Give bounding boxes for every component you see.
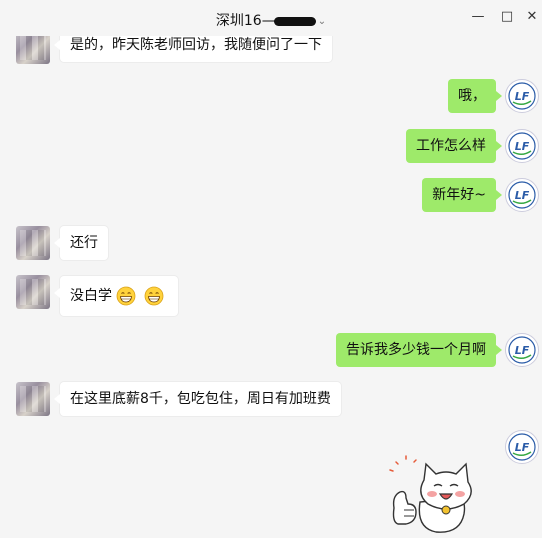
message-bubble-received: 是的，昨天陈老师回访，我随便问了一下 <box>54 36 332 62</box>
contact-avatar[interactable] <box>16 275 50 309</box>
message-bubble-sent: 新年好~ <box>422 178 502 212</box>
chat-title-text: 深圳16— <box>215 13 276 29</box>
self-avatar[interactable]: LF <box>505 430 539 464</box>
message-bubble-sent: 告诉我多少钱一个月啊 <box>336 333 502 367</box>
self-avatar[interactable]: LF <box>505 129 539 163</box>
message-bubble-sent: 哦， <box>448 79 502 113</box>
grin-emoji-icon <box>116 286 136 306</box>
self-avatar[interactable]: LF <box>505 79 539 113</box>
contact-avatar[interactable] <box>16 226 50 260</box>
lf-logo-icon: LF <box>508 132 536 160</box>
chat-message-list[interactable]: 是的，昨天陈老师回访，我随便问了一下 哦， LF 工作怎么样 LF 新年好~ L… <box>0 36 542 538</box>
redacted-scribble <box>273 16 316 26</box>
lf-logo-icon: LF <box>508 181 536 209</box>
svg-text:LF: LF <box>515 441 530 454</box>
contact-avatar[interactable] <box>16 382 50 416</box>
contact-avatar[interactable] <box>16 36 50 64</box>
message-text: 没白学 <box>70 288 112 304</box>
message-bubble-received: 在这里底薪8千，包吃包住，周日有加班费 <box>54 382 341 416</box>
svg-text:LF: LF <box>515 90 530 103</box>
lf-logo-icon: LF <box>508 433 536 461</box>
maximize-button[interactable]: □ <box>497 6 517 26</box>
svg-text:LF: LF <box>515 344 530 357</box>
message-bubble-sent: 工作怎么样 <box>406 129 502 163</box>
svg-text:LF: LF <box>515 140 530 153</box>
chevron-down-icon[interactable]: ⌄ <box>318 16 326 27</box>
message-bubble-received: 还行 <box>54 226 108 260</box>
minimize-button[interactable]: — <box>468 6 488 26</box>
self-avatar[interactable]: LF <box>505 333 539 367</box>
grin-emoji-icon <box>144 286 164 306</box>
title-bar: 深圳16— ⌄ — □ ✕ <box>0 0 542 36</box>
message-bubble-received: 没白学 <box>54 276 178 316</box>
svg-text:LF: LF <box>515 189 530 202</box>
cat-thumbs-up-sticker[interactable] <box>380 448 490 536</box>
chat-title[interactable]: 深圳16— ⌄ <box>0 10 542 30</box>
lf-logo-icon: LF <box>508 82 536 110</box>
close-button[interactable]: ✕ <box>522 6 542 26</box>
self-avatar[interactable]: LF <box>505 178 539 212</box>
lf-logo-icon: LF <box>508 336 536 364</box>
